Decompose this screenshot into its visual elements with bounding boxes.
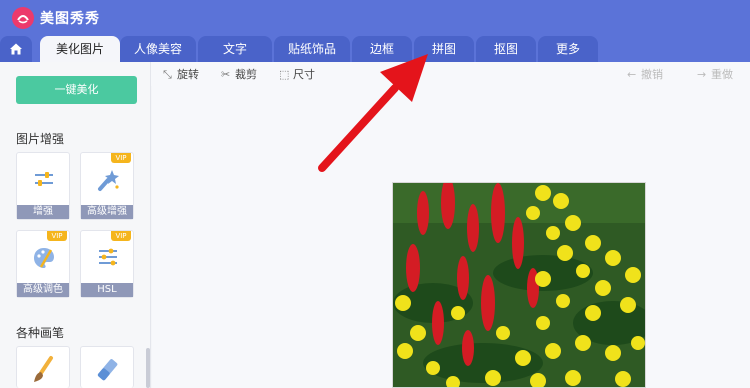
tab-cutout[interactable]: 抠图 [476,36,536,62]
rotate-button[interactable]: ⤡ 旋转 [163,66,199,82]
vip-badge: VIP [47,231,67,241]
tool-hsl[interactable]: VIP HSL [80,230,134,298]
undo-label: 撤销 [641,68,663,81]
tab-stickers[interactable]: 贴纸饰品 [274,36,350,62]
tab-frame[interactable]: 边框 [352,36,412,62]
image-canvas[interactable] [152,86,750,388]
edit-toolbar: ⤡ 旋转 ✂ 裁剪 ⬚ 尺寸 ← 撤销 → 重做 [151,62,750,86]
rotate-icon: ⤡ [163,68,172,81]
tool-label: HSL [81,283,133,297]
tool-label: 高级调色 [17,283,69,297]
tab-bar: 美化图片 人像美容 文字 贴纸饰品 边框 拼图 抠图 更多 [0,36,750,62]
app-logo-icon [12,7,34,29]
sliders-icon [32,167,56,195]
redo-label: 重做 [711,68,733,81]
resize-icon: ⬚ [279,68,290,81]
tab-more[interactable]: 更多 [538,36,598,62]
magic-wand-icon [95,167,121,197]
brush-icon [31,355,57,388]
tab-collage[interactable]: 拼图 [414,36,474,62]
one-key-beautify-button[interactable]: 一键美化 [16,76,137,104]
tool-brush[interactable] [16,346,70,388]
resize-label: 尺寸 [293,68,315,81]
undo-arrow-icon: ← [627,68,637,81]
tab-text[interactable]: 文字 [198,36,272,62]
sidebar-scrollbar[interactable] [146,348,150,388]
vip-badge: VIP [111,231,131,241]
palette-icon [31,245,57,275]
undo-button[interactable]: ← 撤销 [627,66,663,82]
eraser-icon [94,355,122,388]
equalizer-icon [96,245,120,273]
title-bar: 美图秀秀 [0,0,750,36]
tool-label: 高级增强 [81,205,133,219]
crop-label: 裁剪 [235,68,257,81]
home-icon[interactable] [0,36,32,62]
tool-advanced-enhance[interactable]: VIP 高级增强 [80,152,134,220]
tool-eraser[interactable] [80,346,134,388]
crop-button[interactable]: ✂ 裁剪 [221,66,257,82]
resize-button[interactable]: ⬚ 尺寸 [279,66,315,82]
section-title-brush: 各种画笔 [16,326,65,340]
tool-advanced-color[interactable]: VIP 高级调色 [16,230,70,298]
app-name: 美图秀秀 [40,11,100,27]
vip-badge: VIP [111,153,131,163]
rotate-label: 旋转 [177,68,199,81]
tool-enhance[interactable]: 增强 [16,152,70,220]
tool-label: 增强 [17,205,69,219]
flower-photo [392,182,646,388]
tab-portrait[interactable]: 人像美容 [120,36,196,62]
section-title-enhance: 图片增强 [16,132,65,146]
redo-arrow-icon: → [697,68,707,81]
scissors-icon: ✂ [221,68,231,81]
app-window: 美图秀秀 美化图片 人像美容 文字 贴纸饰品 边框 拼图 抠图 更多 一键美化 … [0,0,750,388]
left-sidebar: 一键美化 图片增强 增强 VIP 高级增强 VIP 高级调色 VIP HSL 各… [0,62,151,388]
tab-beautify[interactable]: 美化图片 [40,36,120,62]
redo-button[interactable]: → 重做 [697,66,733,82]
